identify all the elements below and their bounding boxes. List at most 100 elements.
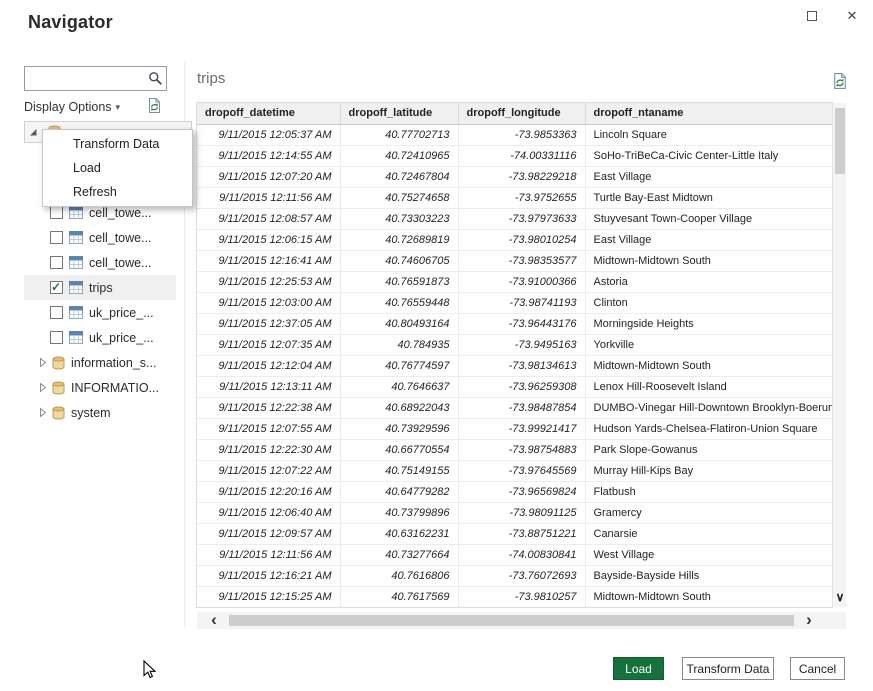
- table-cell: -73.97973633: [458, 208, 585, 229]
- checkbox[interactable]: [50, 206, 63, 219]
- table-cell: -73.98487854: [458, 397, 585, 418]
- table-cell: 40.73303223: [340, 208, 458, 229]
- preview-table-head-row: dropoff_datetimedropoff_latitudedropoff_…: [197, 103, 832, 124]
- table-row: 9/11/2015 12:11:56 AM40.73277664-74.0083…: [197, 544, 832, 565]
- tree-item-label: uk_price_...: [89, 331, 154, 345]
- expand-arrow-icon[interactable]: [39, 357, 47, 368]
- table-row: 9/11/2015 12:09:57 AM40.63162231-73.8875…: [197, 523, 832, 544]
- table-cell: 40.74606705: [340, 250, 458, 271]
- table-cell: -73.91000366: [458, 271, 585, 292]
- checkbox[interactable]: [50, 306, 63, 319]
- checkbox[interactable]: [50, 231, 63, 244]
- tree-item-label: information_s...: [71, 356, 156, 370]
- menu-item-load[interactable]: Load: [43, 156, 192, 180]
- search-input[interactable]: [29, 68, 143, 89]
- close-button[interactable]: ✕: [839, 4, 865, 28]
- tree-item-label: INFORMATIO...: [71, 381, 159, 395]
- vertical-scrollbar[interactable]: ∨: [832, 103, 846, 607]
- table-row: 9/11/2015 12:13:11 AM40.7646637-73.96259…: [197, 376, 832, 397]
- table-cell: 40.68922043: [340, 397, 458, 418]
- table-row: 9/11/2015 12:12:04 AM40.76774597-73.9813…: [197, 355, 832, 376]
- cancel-button[interactable]: Cancel: [790, 657, 845, 680]
- table-cell: 40.80493164: [340, 313, 458, 334]
- table-cell: -73.96259308: [458, 376, 585, 397]
- tree-item-uk-price[interactable]: uk_price_...: [24, 300, 176, 325]
- scroll-down-arrow[interactable]: ∨: [833, 589, 847, 605]
- table-cell: -73.98091125: [458, 502, 585, 523]
- table-row: 9/11/2015 12:14:55 AM40.72410965-74.0033…: [197, 145, 832, 166]
- table-row: 9/11/2015 12:05:37 AM40.77702713-73.9853…: [197, 124, 832, 145]
- table-cell: Midtown-Midtown South: [585, 586, 832, 607]
- table-row: 9/11/2015 12:22:38 AM40.68922043-73.9848…: [197, 397, 832, 418]
- tree-item-label: uk_price_...: [89, 306, 154, 320]
- expanded-arrow-icon[interactable]: [29, 127, 38, 137]
- menu-item-refresh[interactable]: Refresh: [43, 180, 192, 204]
- display-options-dropdown[interactable]: Display Options ▾: [24, 100, 120, 114]
- table-cell: 9/11/2015 12:37:05 AM: [197, 313, 340, 334]
- table-cell: Bayside-Bayside Hills: [585, 565, 832, 586]
- expand-arrow-icon[interactable]: [39, 382, 47, 393]
- checkbox[interactable]: [50, 256, 63, 269]
- table-row: 9/11/2015 12:08:57 AM40.73303223-73.9797…: [197, 208, 832, 229]
- tree-item-informatio[interactable]: INFORMATIO...: [24, 375, 176, 400]
- table-cell: Stuyvesant Town-Cooper Village: [585, 208, 832, 229]
- table-cell: Park Slope-Gowanus: [585, 439, 832, 460]
- tree-item-cell-towe[interactable]: cell_towe...: [24, 225, 176, 250]
- tree-item-cell-towe[interactable]: cell_towe...: [24, 250, 176, 275]
- table-cell: 9/11/2015 12:11:56 AM: [197, 544, 340, 565]
- tree-item-system[interactable]: system: [24, 400, 176, 425]
- refresh-preview-icon[interactable]: [831, 72, 849, 95]
- table-cell: 40.76591873: [340, 271, 458, 292]
- window-controls: ✕: [799, 4, 865, 28]
- table-cell: 40.64779282: [340, 481, 458, 502]
- scroll-right-arrow[interactable]: ›: [800, 612, 818, 629]
- table-row: 9/11/2015 12:16:21 AM40.7616806-73.76072…: [197, 565, 832, 586]
- tree-item-label: system: [71, 406, 111, 420]
- table-cell: Morningside Heights: [585, 313, 832, 334]
- table-cell: Flatbush: [585, 481, 832, 502]
- table-cell: Midtown-Midtown South: [585, 355, 832, 376]
- table-cell: 9/11/2015 12:05:37 AM: [197, 124, 340, 145]
- table-cell: -73.96569824: [458, 481, 585, 502]
- table-cell: 9/11/2015 12:13:11 AM: [197, 376, 340, 397]
- table-icon: [69, 281, 83, 294]
- checkbox[interactable]: [50, 331, 63, 344]
- column-header-dropoff-ntaname: dropoff_ntaname: [585, 103, 832, 124]
- checkbox[interactable]: [50, 281, 63, 294]
- table-cell: 40.75274658: [340, 187, 458, 208]
- table-cell: 40.72689819: [340, 229, 458, 250]
- tree-item-label: trips: [89, 281, 113, 295]
- mouse-cursor: [143, 660, 156, 684]
- chevron-down-icon: ▾: [116, 102, 121, 113]
- table-cell: -73.99921417: [458, 418, 585, 439]
- tree-item-uk-price[interactable]: uk_price_...: [24, 325, 176, 350]
- load-button[interactable]: Load: [613, 657, 664, 680]
- vertical-scrollbar-thumb[interactable]: [835, 108, 845, 174]
- table-cell: Turtle Bay-East Midtown: [585, 187, 832, 208]
- preview-table: dropoff_datetimedropoff_latitudedropoff_…: [197, 103, 832, 607]
- table-row: 9/11/2015 12:07:35 AM40.784935-73.949516…: [197, 334, 832, 355]
- transform-data-button[interactable]: Transform Data: [682, 657, 774, 680]
- search-icon[interactable]: [148, 71, 163, 91]
- expand-arrow-icon[interactable]: [39, 407, 47, 418]
- horizontal-scrollbar[interactable]: ‹ ›: [197, 612, 846, 629]
- table-icon: [69, 306, 83, 319]
- table-cell: Astoria: [585, 271, 832, 292]
- refresh-tree-icon[interactable]: [146, 97, 163, 119]
- table-cell: 9/11/2015 12:25:53 AM: [197, 271, 340, 292]
- table-cell: Clinton: [585, 292, 832, 313]
- database-icon: [52, 381, 65, 395]
- tree-item-trips[interactable]: trips: [24, 275, 176, 300]
- database-icon: [52, 356, 65, 370]
- close-icon: ✕: [847, 8, 858, 24]
- table-cell: -73.9810257: [458, 586, 585, 607]
- scroll-left-arrow[interactable]: ‹: [205, 612, 223, 629]
- menu-item-transform-data[interactable]: Transform Data: [43, 132, 192, 156]
- horizontal-scrollbar-thumb[interactable]: [229, 615, 794, 626]
- context-menu: Transform DataLoadRefresh: [42, 129, 193, 207]
- preview-table-body: 9/11/2015 12:05:37 AM40.77702713-73.9853…: [197, 124, 832, 607]
- table-cell: 9/11/2015 12:22:30 AM: [197, 439, 340, 460]
- maximize-button[interactable]: [799, 4, 825, 28]
- tree-item-information-s[interactable]: information_s...: [24, 350, 176, 375]
- table-cell: 40.76559448: [340, 292, 458, 313]
